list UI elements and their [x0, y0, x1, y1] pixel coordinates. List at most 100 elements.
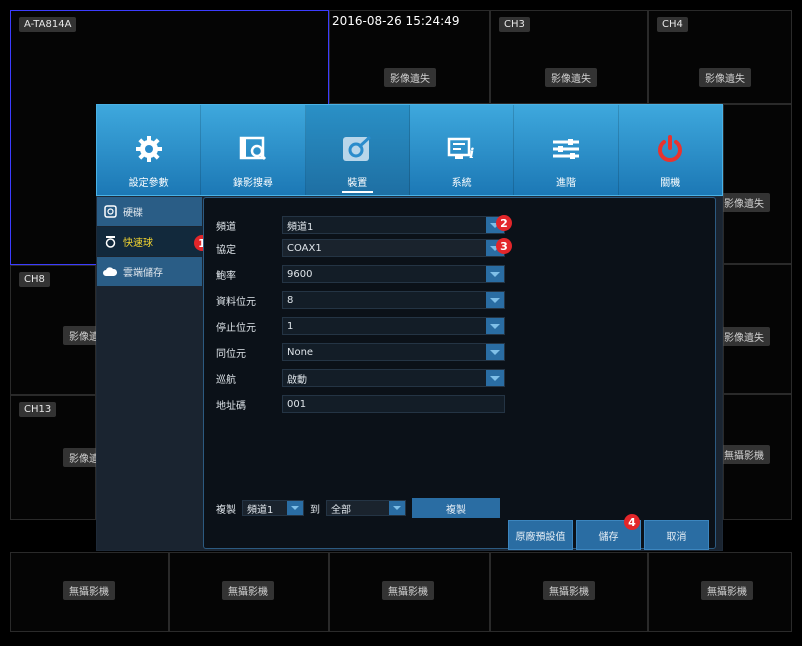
- tab-advanced[interactable]: 進階: [514, 105, 619, 195]
- sliders-icon: [549, 132, 583, 166]
- copy-settings-row: 複製 頻道1 到 全部 複製: [216, 498, 500, 518]
- copy-to-value: 全部: [331, 504, 351, 516]
- callout-badge: 4: [624, 514, 640, 530]
- camera-tag: CH4: [657, 17, 688, 32]
- camera-tile-4[interactable]: CH4 影像遺失: [648, 10, 792, 104]
- chevron-down-icon[interactable]: [486, 370, 504, 386]
- copy-from-value: 頻道1: [247, 504, 274, 516]
- chevron-down-icon[interactable]: [486, 318, 504, 334]
- cruise-select[interactable]: 啟動: [282, 369, 505, 387]
- power-icon: [653, 132, 687, 166]
- no-camera-label: 無攝影機: [222, 581, 274, 600]
- copy-button[interactable]: 複製: [412, 498, 500, 518]
- data-bits-value: 8: [287, 294, 294, 306]
- no-camera-label: 無攝影機: [701, 581, 753, 600]
- system-info-icon: i: [445, 132, 479, 166]
- camera-tile-bottom-1[interactable]: 無攝影機: [10, 552, 169, 632]
- hdd-icon: [103, 205, 117, 219]
- gear-icon: [132, 132, 166, 166]
- no-camera-label: 無攝影機: [382, 581, 434, 600]
- parity-value: None: [287, 346, 314, 358]
- field-row-baud: 鮑率 9600: [216, 265, 505, 283]
- dialog-buttons: 原廠預設值 儲存 取消: [508, 520, 709, 550]
- copy-to-label: 到: [310, 504, 320, 516]
- protocol-select[interactable]: COAX1: [282, 239, 505, 257]
- stop-bits-select[interactable]: 1: [282, 317, 505, 335]
- camera-tile-bottom-2[interactable]: 無攝影機: [169, 552, 329, 632]
- parity-select[interactable]: None: [282, 343, 505, 361]
- copy-label: 複製: [216, 504, 236, 516]
- camera-tag: A-TA814A: [19, 17, 77, 32]
- chevron-down-icon[interactable]: [389, 501, 405, 515]
- data-bits-select[interactable]: 8: [282, 291, 505, 309]
- video-lost-label: 影像遺失: [718, 193, 770, 212]
- sidebar-item-label: 雲端儲存: [123, 268, 163, 279]
- tab-record-search[interactable]: 錄影搜尋: [201, 105, 306, 195]
- tab-shutdown[interactable]: 關機: [619, 105, 722, 195]
- field-row-parity: 同位元 None: [216, 343, 505, 361]
- device-icon: [340, 132, 374, 166]
- stop-bits-value: 1: [287, 320, 294, 332]
- sidebar-item-ptz[interactable]: 快速球: [97, 227, 202, 257]
- chevron-down-icon[interactable]: [287, 501, 303, 515]
- field-row-channel: 頻道 頻道1: [216, 216, 505, 234]
- tab-label: 進階: [555, 178, 576, 189]
- camera-tag: CH3: [499, 17, 530, 32]
- camera-tile-right-1[interactable]: 影像遺失: [718, 104, 792, 264]
- address-input[interactable]: 001: [282, 395, 505, 413]
- tab-label: 關機: [660, 178, 681, 189]
- field-row-stop-bits: 停止位元 1: [216, 317, 505, 335]
- camera-tile-right-2[interactable]: 影像遺失: [718, 264, 792, 394]
- device-sidebar: 硬碟 快速球 雲端儲存: [97, 197, 202, 287]
- no-camera-label: 無攝影機: [63, 581, 115, 600]
- tab-label: 系統: [451, 178, 472, 189]
- camera-tile-ch8[interactable]: CH8 影像遺: [10, 265, 105, 395]
- channel-select[interactable]: 頻道1: [282, 216, 505, 234]
- protocol-value: COAX1: [287, 242, 322, 254]
- camera-tile-bottom-3[interactable]: 無攝影機: [329, 552, 490, 632]
- camera-tag: CH8: [19, 272, 50, 287]
- device-settings-dialog: 硬碟 快速球 雲端儲存 1 頻道 頻道1 協定 COAX1 鮑率 9600 資料…: [96, 196, 723, 551]
- tab-settings[interactable]: 設定參數: [97, 105, 202, 195]
- camera-tag: CH13: [19, 402, 57, 417]
- sidebar-item-hdd[interactable]: 硬碟: [97, 197, 202, 227]
- cruise-value: 啟動: [287, 374, 307, 386]
- chevron-down-icon[interactable]: [486, 344, 504, 360]
- field-row-data-bits: 資料位元 8: [216, 291, 505, 309]
- no-camera-label: 無攝影機: [543, 581, 595, 600]
- camera-tile-3[interactable]: CH3 影像遺失: [490, 10, 648, 104]
- video-lost-label: 影像遺失: [699, 68, 751, 87]
- copy-to-select[interactable]: 全部: [326, 500, 406, 516]
- copy-from-select[interactable]: 頻道1: [242, 500, 304, 516]
- address-value: 001: [287, 398, 307, 410]
- baud-rate-select[interactable]: 9600: [282, 265, 505, 283]
- tab-device[interactable]: 裝置: [305, 105, 410, 195]
- tab-label: 錄影搜尋: [232, 178, 273, 189]
- baud-rate-value: 9600: [287, 268, 313, 280]
- tab-label: 裝置: [347, 178, 368, 189]
- camera-tile-bottom-5[interactable]: 無攝影機: [648, 552, 792, 632]
- tab-system[interactable]: i 系統: [410, 105, 515, 195]
- chevron-down-icon[interactable]: [486, 292, 504, 308]
- field-label: 頻道: [216, 221, 236, 233]
- camera-tile-right-3[interactable]: 無攝影機: [718, 394, 792, 520]
- video-lost-label: 影像遺失: [545, 68, 597, 87]
- cancel-button[interactable]: 取消: [644, 520, 709, 550]
- sidebar-item-label: 快速球: [123, 238, 153, 249]
- main-menu-tabs: 設定參數 錄影搜尋 裝置 i 系統 進階 關機: [96, 104, 723, 196]
- camera-tile-bottom-4[interactable]: 無攝影機: [490, 552, 648, 632]
- field-label: 地址碼: [216, 400, 246, 412]
- callout-badge: 2: [496, 215, 512, 231]
- field-label: 鮑率: [216, 270, 236, 282]
- sidebar-item-cloud-storage[interactable]: 雲端儲存: [97, 257, 202, 287]
- ptz-icon: [103, 235, 117, 249]
- field-label: 協定: [216, 244, 236, 256]
- svg-text:i: i: [469, 146, 474, 162]
- film-search-icon: [236, 132, 270, 166]
- chevron-down-icon[interactable]: [486, 266, 504, 282]
- sidebar-item-label: 硬碟: [123, 208, 143, 219]
- field-label: 巡航: [216, 374, 236, 386]
- video-lost-label: 影像遺失: [718, 327, 770, 346]
- factory-default-button[interactable]: 原廠預設值: [508, 520, 573, 550]
- camera-tile-ch13[interactable]: CH13 影像遺: [10, 395, 105, 520]
